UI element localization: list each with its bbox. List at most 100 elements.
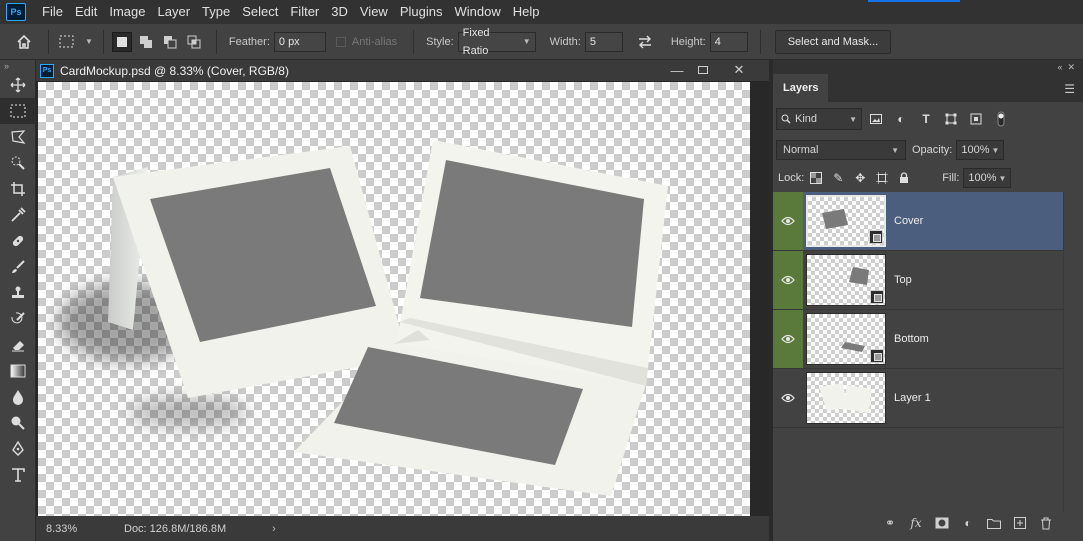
canvas[interactable] xyxy=(38,82,750,516)
swap-icon[interactable] xyxy=(635,32,655,52)
fill-value: 100% xyxy=(968,172,997,184)
layer-row-top[interactable]: Top xyxy=(773,251,1063,310)
maximize-icon[interactable] xyxy=(688,61,718,79)
photoshop-logo: Ps xyxy=(6,3,26,21)
layer-name: Bottom xyxy=(894,333,929,345)
lasso-tool-icon[interactable] xyxy=(0,124,36,150)
layer-style-icon[interactable]: fx xyxy=(903,513,929,533)
menu-image[interactable]: Image xyxy=(103,0,151,24)
lock-artboard-icon[interactable] xyxy=(872,168,892,188)
healing-brush-tool-icon[interactable] xyxy=(0,228,36,254)
divider xyxy=(102,29,104,54)
add-mask-icon[interactable] xyxy=(929,513,955,533)
smart-object-filter-icon[interactable] xyxy=(965,108,987,130)
chevron-down-icon[interactable]: ▼ xyxy=(85,37,93,46)
menu-3d[interactable]: 3D xyxy=(325,0,354,24)
width-input[interactable]: 5 xyxy=(584,31,623,52)
lock-pixels-icon[interactable]: ✎ xyxy=(828,168,848,188)
chevron-right-icon[interactable]: › xyxy=(272,523,276,535)
adjustment-filter-icon[interactable]: ◐ xyxy=(890,108,912,130)
subtract-from-selection-icon[interactable] xyxy=(160,32,180,52)
home-icon[interactable] xyxy=(14,32,34,52)
filter-kind-select[interactable]: Kind ▼ xyxy=(776,108,862,130)
card-mockup-artwork xyxy=(58,140,668,496)
blur-tool-icon[interactable] xyxy=(0,384,36,410)
fill-field[interactable]: 100% ▼ xyxy=(963,168,1012,188)
layer-row-layer-1[interactable]: Layer 1 xyxy=(773,369,1063,428)
smart-object-icon xyxy=(870,349,884,363)
new-layer-icon[interactable] xyxy=(1007,513,1033,533)
rectangular-marquee-tool-icon[interactable] xyxy=(0,98,36,124)
layer-row-bottom[interactable]: Bottom xyxy=(773,310,1063,369)
vertical-scrollbar[interactable] xyxy=(750,82,769,516)
menu-plugins[interactable]: Plugins xyxy=(394,0,449,24)
type-tool-icon[interactable] xyxy=(0,462,36,488)
anti-alias-checkbox[interactable] xyxy=(335,36,346,47)
adjustment-layer-icon[interactable]: ◐ xyxy=(955,513,981,533)
collapse-panel-icon[interactable]: « ✕ xyxy=(1057,62,1075,73)
eye-icon[interactable] xyxy=(773,369,803,427)
layer-thumbnail xyxy=(806,195,886,247)
collapse-toolbar-icon[interactable]: » xyxy=(0,60,35,72)
marquee-preset-icon[interactable] xyxy=(57,32,77,52)
lock-position-icon[interactable]: ✥ xyxy=(850,168,870,188)
close-icon[interactable]: ✕ xyxy=(724,61,754,79)
chevron-down-icon: ▼ xyxy=(522,36,531,46)
intersect-selection-icon[interactable] xyxy=(184,32,204,52)
type-filter-icon[interactable]: T xyxy=(915,108,937,130)
anti-alias-label: Anti-alias xyxy=(351,35,398,48)
menu-view[interactable]: View xyxy=(354,0,394,24)
quick-selection-tool-icon[interactable] xyxy=(0,150,36,176)
eye-icon[interactable] xyxy=(773,192,803,250)
eraser-tool-icon[interactable] xyxy=(0,332,36,358)
link-layers-icon[interactable]: ⚭ xyxy=(877,513,903,533)
lock-transparency-icon[interactable] xyxy=(806,168,826,188)
blend-mode-select[interactable]: Normal ▼ xyxy=(776,140,906,160)
feather-input[interactable]: 0 px xyxy=(273,31,326,52)
height-input[interactable]: 4 xyxy=(709,31,748,52)
clone-stamp-tool-icon[interactable] xyxy=(0,280,36,306)
new-group-icon[interactable] xyxy=(981,513,1007,533)
menu-help[interactable]: Help xyxy=(507,0,546,24)
dodge-tool-icon[interactable] xyxy=(0,410,36,436)
document-window: Ps CardMockup.psd @ 8.33% (Cover, RGB/8)… xyxy=(36,60,769,541)
new-selection-icon[interactable] xyxy=(111,31,132,52)
style-select[interactable]: Fixed Ratio ▼ xyxy=(457,27,536,57)
select-and-mask-button[interactable]: Select and Mask... xyxy=(774,29,892,54)
pixel-filter-icon[interactable] xyxy=(865,108,887,130)
filter-kind-value: Kind xyxy=(795,113,818,125)
menu-edit[interactable]: Edit xyxy=(69,0,103,24)
eyedropper-tool-icon[interactable] xyxy=(0,202,36,228)
delete-layer-icon[interactable] xyxy=(1033,513,1059,533)
move-tool-icon[interactable] xyxy=(0,72,36,98)
history-brush-tool-icon[interactable] xyxy=(0,306,36,332)
canvas-area[interactable] xyxy=(36,82,769,516)
eye-icon[interactable] xyxy=(773,251,803,309)
menu-filter[interactable]: Filter xyxy=(284,0,325,24)
eye-icon[interactable] xyxy=(773,310,803,368)
menu-select[interactable]: Select xyxy=(236,0,284,24)
brush-tool-icon[interactable] xyxy=(0,254,36,280)
divider xyxy=(48,29,49,54)
crop-tool-icon[interactable] xyxy=(0,176,36,202)
add-to-selection-icon[interactable] xyxy=(136,32,156,52)
gradient-tool-icon[interactable] xyxy=(0,358,36,384)
layer-row-cover[interactable]: Cover xyxy=(773,192,1063,251)
tab-layers[interactable]: Layers xyxy=(773,74,829,102)
style-value: Fixed Ratio xyxy=(462,26,490,57)
accent-bar xyxy=(868,0,960,2)
panel-menu-icon[interactable]: ☰ xyxy=(1064,82,1075,96)
document-tab[interactable]: Ps CardMockup.psd @ 8.33% (Cover, RGB/8)… xyxy=(36,60,769,82)
opacity-field[interactable]: 100% ▼ xyxy=(956,140,1005,160)
panel-scrollbar[interactable] xyxy=(1063,192,1083,512)
zoom-level[interactable]: 8.33% xyxy=(36,520,108,538)
menu-file[interactable]: File xyxy=(36,0,69,24)
lock-all-icon[interactable] xyxy=(894,168,914,188)
filter-toggle-icon[interactable] xyxy=(990,108,1012,130)
pen-tool-icon[interactable] xyxy=(0,436,36,462)
menu-layer[interactable]: Layer xyxy=(152,0,197,24)
menu-type[interactable]: Type xyxy=(196,0,236,24)
shape-filter-icon[interactable] xyxy=(940,108,962,130)
smart-object-icon xyxy=(869,230,883,244)
menu-window[interactable]: Window xyxy=(448,0,506,24)
